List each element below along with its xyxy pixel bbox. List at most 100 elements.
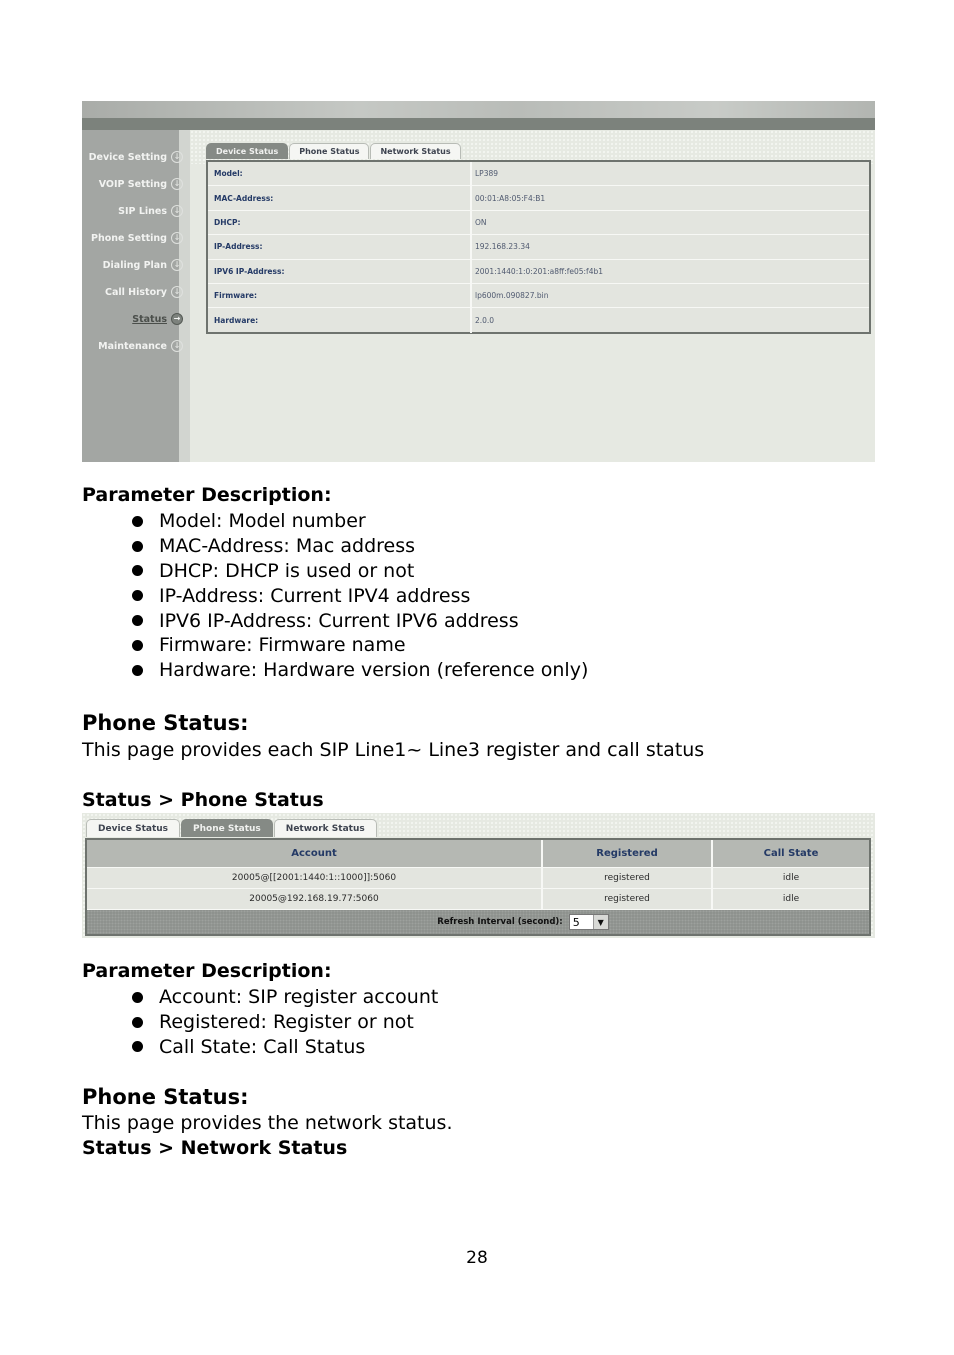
parameter-description-heading: Parameter Description: — [82, 484, 332, 506]
table-row: Firmware: lp600m.090827.bin — [208, 283, 869, 309]
row-label-dhcp: DHCP: — [208, 210, 472, 235]
call-state-cell: idle — [782, 873, 800, 883]
call-state-cell: idle — [782, 894, 800, 904]
device-status-screenshot: Device Setting ↓ VOIP Setting ↓ SIP Line… — [82, 101, 875, 462]
phone-status-description: This page provides each SIP Line1~ Line3… — [82, 739, 705, 761]
sidebar-item-label: Status — [132, 313, 167, 325]
sidebar-item-label: Call History — [104, 286, 167, 298]
status-tabs: Device Status Phone Status Network Statu… — [206, 143, 462, 160]
sidebar-item-call-history[interactable]: Call History ↓ — [82, 284, 187, 300]
list-item: Account: SIP register account — [130, 985, 438, 1010]
list-item: DHCP: DHCP is used or not — [130, 559, 588, 584]
tab-network-status[interactable]: Network Status — [370, 143, 461, 159]
header-bar — [82, 118, 875, 130]
list-item-text: Firmware: Firmware name — [159, 634, 406, 657]
sidebar-item-dialing-plan[interactable]: Dialing Plan ↓ — [82, 257, 187, 273]
bullet-icon — [132, 664, 143, 676]
table-row: Model: LP389 — [208, 162, 869, 187]
list-item-text: IPV6 IP-Address: Current IPV6 address — [159, 609, 519, 632]
sidebar-item-device-setting[interactable]: Device Setting ↓ — [82, 149, 187, 165]
status-tabs: Device Status Phone Status Network Statu… — [86, 819, 378, 838]
list-item-text: Model: Model number — [159, 510, 366, 533]
sidebar-item-label: Device Setting — [88, 151, 167, 163]
page-number: 28 — [466, 1248, 488, 1268]
sidebar-item-voip-setting[interactable]: VOIP Setting ↓ — [82, 176, 187, 192]
sidebar-nav: Device Setting ↓ VOIP Setting ↓ SIP Line… — [82, 101, 187, 462]
phone-status-breadcrumb: Status > Phone Status — [82, 789, 324, 811]
row-value-model: LP389 — [475, 169, 499, 179]
list-item: IP-Address: Current IPV4 address — [130, 583, 588, 608]
sidebar-item-label: SIP Lines — [118, 205, 167, 217]
phone-status-table: Account Registered Call State 20005@[[20… — [85, 838, 871, 936]
sidebar-item-label: Maintenance — [98, 340, 167, 352]
row-label-ip-address: IP-Address: — [208, 235, 472, 259]
registered-cell: registered — [543, 868, 713, 888]
header-banner — [82, 101, 875, 118]
refresh-interval-value: 5 — [572, 915, 580, 929]
list-item-text: IP-Address: Current IPV4 address — [159, 584, 471, 607]
sidebar-item-label: Phone Setting — [91, 232, 167, 244]
table-row: IP-Address: 192.168.23.34 — [208, 235, 869, 260]
tab-phone-status[interactable]: Phone Status — [181, 819, 273, 837]
sidebar-item-maintenance[interactable]: Maintenance ↓ — [82, 338, 187, 354]
row-label-mac-address: MAC-Address: — [208, 186, 472, 210]
tab-phone-status[interactable]: Phone Status — [289, 143, 370, 159]
refresh-interval-select[interactable]: 5 ▼ — [568, 914, 609, 930]
list-item-text: Hardware: Hardware version (reference on… — [159, 659, 589, 682]
table-row: 20005@192.168.19.77:5060 registered idle — [87, 889, 869, 910]
circle-arrow-down-icon: ↓ — [171, 232, 183, 244]
bullet-icon — [132, 1016, 143, 1028]
tab-device-status[interactable]: Device Status — [206, 143, 289, 159]
parameter-list: Model: Model number MAC-Address: Mac add… — [130, 509, 588, 683]
list-item: IPV6 IP-Address: Current IPV6 address — [130, 608, 588, 633]
circle-arrow-down-icon: ↓ — [171, 178, 183, 190]
circle-arrow-right-icon: → — [171, 313, 183, 325]
list-item-text: Account: SIP register account — [159, 986, 439, 1009]
row-label-firmware: Firmware: — [208, 283, 472, 308]
phone-status-heading: Phone Status: — [82, 711, 249, 735]
account-cell: 20005@[[2001:1440:1::1000]]:5060 — [87, 868, 543, 888]
list-item: Registered: Register or not — [130, 1010, 438, 1035]
tab-device-status[interactable]: Device Status — [86, 819, 181, 837]
column-header-call-state: Call State — [763, 848, 819, 859]
parameter-description-heading-2: Parameter Description: — [82, 960, 332, 982]
row-value-mac-address: 00:01:A8:05:F4:B1 — [475, 193, 546, 203]
network-status-description: This page provides the network status. — [82, 1112, 453, 1134]
circle-arrow-down-icon: ↓ — [171, 286, 183, 298]
bullet-icon — [132, 515, 143, 527]
bullet-icon — [132, 615, 143, 627]
refresh-interval-label: Refresh Interval (second): — [437, 917, 563, 927]
sidebar-item-sip-lines[interactable]: SIP Lines ↓ — [82, 203, 187, 219]
sidebar-item-label: Dialing Plan — [102, 259, 167, 271]
network-status-breadcrumb: Status > Network Status — [82, 1137, 348, 1159]
phone-status-screenshot: Device Status Phone Status Network Statu… — [82, 813, 875, 938]
column-header-registered: Registered — [543, 840, 713, 867]
row-value-dhcp: ON — [475, 217, 487, 227]
bullet-icon — [132, 639, 143, 651]
tab-network-status[interactable]: Network Status — [273, 819, 377, 837]
account-cell: 20005@192.168.19.77:5060 — [87, 889, 543, 909]
row-value-firmware: lp600m.090827.bin — [475, 291, 549, 301]
list-item: Hardware: Hardware version (reference on… — [130, 658, 588, 683]
bullet-icon — [132, 991, 143, 1003]
sidebar-item-status[interactable]: Status → — [82, 311, 187, 327]
table-row: Hardware: 2.0.0 — [208, 308, 869, 333]
list-item-text: MAC-Address: Mac address — [159, 535, 416, 558]
circle-arrow-down-icon: ↓ — [171, 340, 183, 352]
table-row: IPV6 IP-Address: 2001:1440:1:0:201:a8ff:… — [208, 259, 869, 284]
bullet-icon — [132, 565, 143, 577]
list-item: Model: Model number — [130, 509, 588, 534]
dropdown-arrow-icon[interactable]: ▼ — [592, 915, 608, 929]
sidebar-item-label: VOIP Setting — [98, 178, 167, 190]
registered-cell: registered — [543, 889, 713, 909]
row-label-model: Model: — [208, 162, 472, 186]
row-label-ipv6-address: IPV6 IP-Address: — [208, 259, 472, 283]
row-label-hardware: Hardware: — [208, 308, 472, 333]
sidebar-item-phone-setting[interactable]: Phone Setting ↓ — [82, 230, 187, 246]
list-item: MAC-Address: Mac address — [130, 534, 588, 559]
circle-arrow-down-icon: ↓ — [171, 259, 183, 271]
row-value-hardware: 2.0.0 — [475, 316, 495, 326]
network-status-heading: Phone Status: — [82, 1085, 249, 1109]
table-row: DHCP: ON — [208, 210, 869, 236]
circle-arrow-down-icon: ↓ — [171, 151, 183, 163]
